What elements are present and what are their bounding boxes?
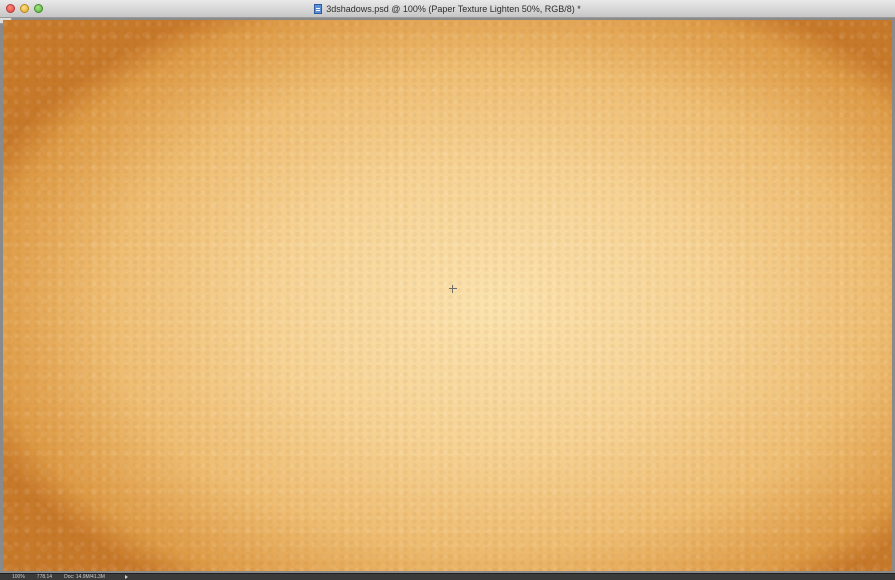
status-bar: 100% 778.14 Doc: 14.9M/41.3M xyxy=(0,573,895,580)
photoshop-document-window: 3dshadows.psd @ 100% (Paper Texture Ligh… xyxy=(0,0,895,580)
document-size: Doc: 14.9M/41.3M xyxy=(64,574,105,580)
zoom-level[interactable]: 100% xyxy=(12,574,25,580)
efficiency-readout: 778.14 xyxy=(36,574,53,580)
document-icon xyxy=(314,4,323,14)
crosshair-icon xyxy=(449,285,457,293)
window-title: 3dshadows.psd @ 100% (Paper Texture Ligh… xyxy=(0,3,895,15)
title-bar[interactable]: 3dshadows.psd @ 100% (Paper Texture Ligh… xyxy=(0,0,895,18)
paper-texture-canvas[interactable] xyxy=(3,20,892,571)
triangle-right-icon[interactable] xyxy=(124,575,128,579)
window-title-text: 3dshadows.psd @ 100% (Paper Texture Ligh… xyxy=(326,4,581,14)
paper-texture-overlay xyxy=(3,20,892,571)
